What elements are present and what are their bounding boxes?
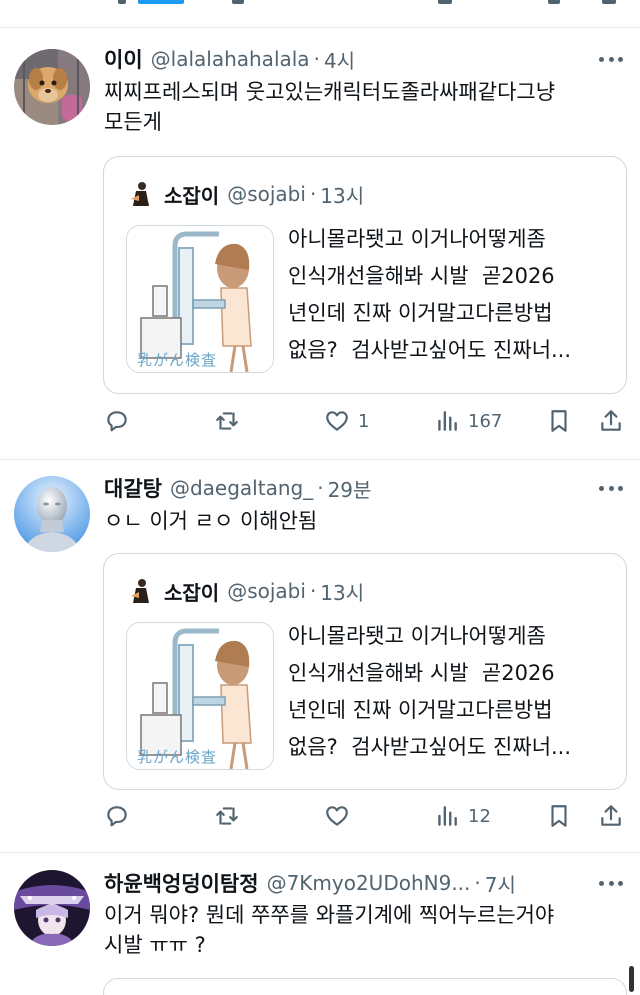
anime-character-avatar[interactable] [14, 870, 90, 946]
repost-icon [216, 807, 238, 825]
author-handle[interactable]: @daegaltang_ [170, 476, 313, 500]
mammogram-illustration-thumbnail[interactable]: 乳がん検査 [126, 622, 274, 770]
quoted-author-name: 소잡이 [164, 580, 220, 605]
quoted-author-name: 소잡이 [164, 183, 220, 208]
separator-dot: · [317, 476, 324, 500]
reply-icon [107, 411, 127, 432]
bookmark-icon [551, 805, 567, 827]
views-chart-icon [438, 411, 457, 431]
thumbnail-caption: 乳がん検査 [137, 748, 218, 766]
author-handle[interactable]: @lalalahahalala [151, 47, 310, 71]
author-name[interactable]: 이이 [104, 44, 143, 74]
like-button[interactable] [324, 798, 358, 834]
bookmark-button[interactable] [546, 403, 572, 439]
quoted-author-handle: @sojabi [227, 182, 306, 206]
share-icon [601, 410, 621, 431]
tweet[interactable]: 하윤백엉덩이탐정 @7Kmyo2UDohN9... · 7시 이거 뭐야? 뭔데… [0, 853, 640, 995]
quoted-tweet-text: 아니몰라됏고 이거나어떻게좀 인식개선을해봐 시발 곧2026 년인데 진짜 이… [288, 624, 572, 759]
views-count: 167 [468, 410, 503, 432]
views-button[interactable]: 167 [434, 403, 502, 439]
quoted-tweet-card-partial[interactable] [103, 978, 627, 995]
tweet-action-bar: 1 167 [100, 403, 630, 439]
quoted-author-avatar[interactable] [126, 576, 156, 606]
highlight-fragment [138, 0, 184, 4]
tweet-action-bar: 12 [100, 798, 630, 834]
timestamp[interactable]: 29분 [328, 474, 372, 503]
heart-icon [326, 411, 348, 431]
more-options-icon[interactable] [596, 873, 626, 893]
reply-icon [107, 806, 127, 827]
repost-button[interactable] [214, 798, 248, 834]
previous-tweet-bottom-edge [0, 0, 640, 28]
repost-button[interactable] [214, 403, 248, 439]
tweet-text: ㅇㄴ 이거 ㄹㅇ 이해안됨 [104, 509, 318, 533]
quoted-author-handle: @sojabi [227, 579, 306, 603]
dog-photo-avatar[interactable] [14, 49, 90, 125]
more-options-icon[interactable] [596, 478, 626, 498]
separator-dot: · [309, 579, 317, 603]
timestamp[interactable]: 7시 [485, 869, 516, 898]
reply-button[interactable] [104, 403, 138, 439]
views-button[interactable]: 12 [434, 798, 491, 834]
like-button[interactable]: 1 [324, 403, 369, 439]
share-icon [601, 805, 621, 826]
tweet-header: 대갈탕 @daegaltang_ · 29분 [104, 472, 590, 504]
bookmark-icon [551, 410, 567, 432]
tweet-text: 이거 뭐야? 뭔데 쭈쭈를 와플기계에 찍어누르는거야 시발 ㅠㅠ ? [104, 903, 555, 957]
reply-icon-fragment [118, 0, 126, 4]
quoted-timestamp: 13시 [320, 183, 365, 208]
separator-dot: · [313, 47, 320, 71]
bookmark-icon-fragment [548, 0, 560, 4]
tweet-text: 찌찌프레스되며 웃고있는캐릭터도졸라싸패같다그냥 모든게 [104, 80, 556, 134]
quoted-tweet-text: 아니몰라됏고 이거나어떻게좀 인식개선을해봐 시발 곧2026 년인데 진짜 이… [288, 227, 572, 362]
repost-icon [216, 412, 238, 430]
mammogram-illustration-thumbnail[interactable]: 乳がん検査 [126, 225, 274, 373]
views-chart-icon [438, 806, 457, 826]
quoted-tweet-card[interactable]: 소잡이 @sojabi · 13시 乳がん検査 아니몰라됏고 이거나어떻게좀 인… [103, 553, 627, 790]
author-handle[interactable]: @7Kmyo2UDohN9... [267, 871, 471, 895]
like-count: 1 [358, 410, 370, 432]
repost-icon-fragment [232, 0, 244, 4]
views-icon-fragment [438, 0, 452, 4]
more-options-icon[interactable] [596, 49, 626, 69]
thumbnail-caption: 乳がん検査 [137, 351, 218, 369]
quoted-timestamp: 13시 [320, 580, 365, 605]
share-icon-fragment [602, 0, 616, 4]
separator-dot: · [309, 182, 317, 206]
mannequin-head-avatar[interactable] [14, 476, 90, 552]
author-name[interactable]: 대갈탕 [104, 473, 162, 503]
tweet[interactable]: 이이 @lalalahahalala · 4시 찌찌프레스되며 웃고있는캐릭터도… [0, 29, 640, 460]
quoted-tweet-card[interactable]: 소잡이 @sojabi · 13시 乳がん検査 아니몰라됏고 이거나어떻게좀 인… [103, 156, 627, 394]
tweet-header: 하윤백엉덩이탐정 @7Kmyo2UDohN9... · 7시 [104, 867, 590, 899]
quoted-tweet-header: 소잡이 @sojabi · 13시 [126, 574, 364, 608]
views-count: 12 [468, 805, 491, 827]
bookmark-button[interactable] [546, 798, 572, 834]
quoted-tweet-header: 소잡이 @sojabi · 13시 [126, 177, 364, 211]
author-name[interactable]: 하윤백엉덩이탐정 [104, 868, 259, 898]
heart-icon [326, 806, 348, 826]
tweet[interactable]: 대갈탕 @daegaltang_ · 29분 ㅇㄴ 이거 ㄹㅇ 이해안됨 소잡이… [0, 460, 640, 853]
reply-button[interactable] [104, 798, 138, 834]
timestamp[interactable]: 4시 [324, 45, 355, 74]
tweet-header: 이이 @lalalahahalala · 4시 [104, 43, 590, 75]
share-button[interactable] [598, 403, 624, 439]
share-button[interactable] [598, 798, 624, 834]
separator-dot: · [474, 871, 481, 895]
quoted-author-avatar[interactable] [126, 179, 156, 209]
scrollbar-thumb[interactable] [629, 966, 634, 992]
